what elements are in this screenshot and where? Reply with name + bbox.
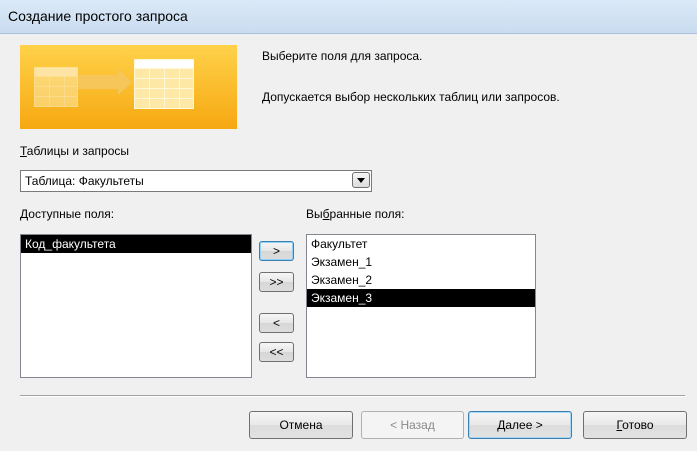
intro-line-2: Допускается выбор нескольких таблиц или … — [262, 90, 560, 104]
source-table-icon — [34, 67, 78, 107]
wizard-banner — [20, 45, 237, 129]
tables-combobox[interactable]: Таблица: Факультеты — [20, 170, 372, 192]
list-item[interactable]: Факультет — [307, 235, 535, 253]
arrow-right-icon — [78, 69, 132, 95]
list-item[interactable]: Экзамен_3 — [307, 289, 535, 307]
chevron-down-icon[interactable] — [352, 172, 370, 188]
selected-fields-label: Выбранные поля: — [306, 207, 405, 221]
footer-divider — [20, 395, 685, 397]
title-bar: Создание простого запроса — [0, 0, 697, 34]
add-field-button[interactable]: > — [259, 241, 294, 261]
query-table-icon — [134, 59, 194, 109]
finish-button[interactable]: Готово — [583, 411, 687, 439]
window-title: Создание простого запроса — [8, 8, 188, 24]
dialog-client-area: Выберите поля для запроса. Допускается в… — [4, 34, 693, 451]
add-all-fields-button[interactable]: >> — [259, 272, 294, 292]
list-item[interactable]: Экзамен_2 — [307, 271, 535, 289]
list-item[interactable]: Экзамен_1 — [307, 253, 535, 271]
intro-line-1: Выберите поля для запроса. — [262, 49, 423, 63]
list-item[interactable]: Код_факультета — [21, 235, 251, 253]
selected-fields-list[interactable]: Факультет Экзамен_1 Экзамен_2 Экзамен_3 — [306, 234, 536, 378]
available-fields-label: Доступные поля: — [20, 207, 115, 221]
next-button[interactable]: Далее > — [468, 411, 572, 439]
tables-combobox-value: Таблица: Факультеты — [25, 174, 144, 188]
back-button[interactable]: < Назад — [361, 411, 464, 439]
wizard-banner-graphic — [20, 45, 237, 129]
remove-all-fields-button[interactable]: << — [259, 342, 294, 362]
tables-label: Таблицы и запросы — [20, 144, 130, 158]
remove-field-button[interactable]: < — [259, 313, 294, 333]
cancel-button[interactable]: Отмена — [249, 411, 353, 439]
available-fields-list[interactable]: Код_факультета — [20, 234, 252, 378]
